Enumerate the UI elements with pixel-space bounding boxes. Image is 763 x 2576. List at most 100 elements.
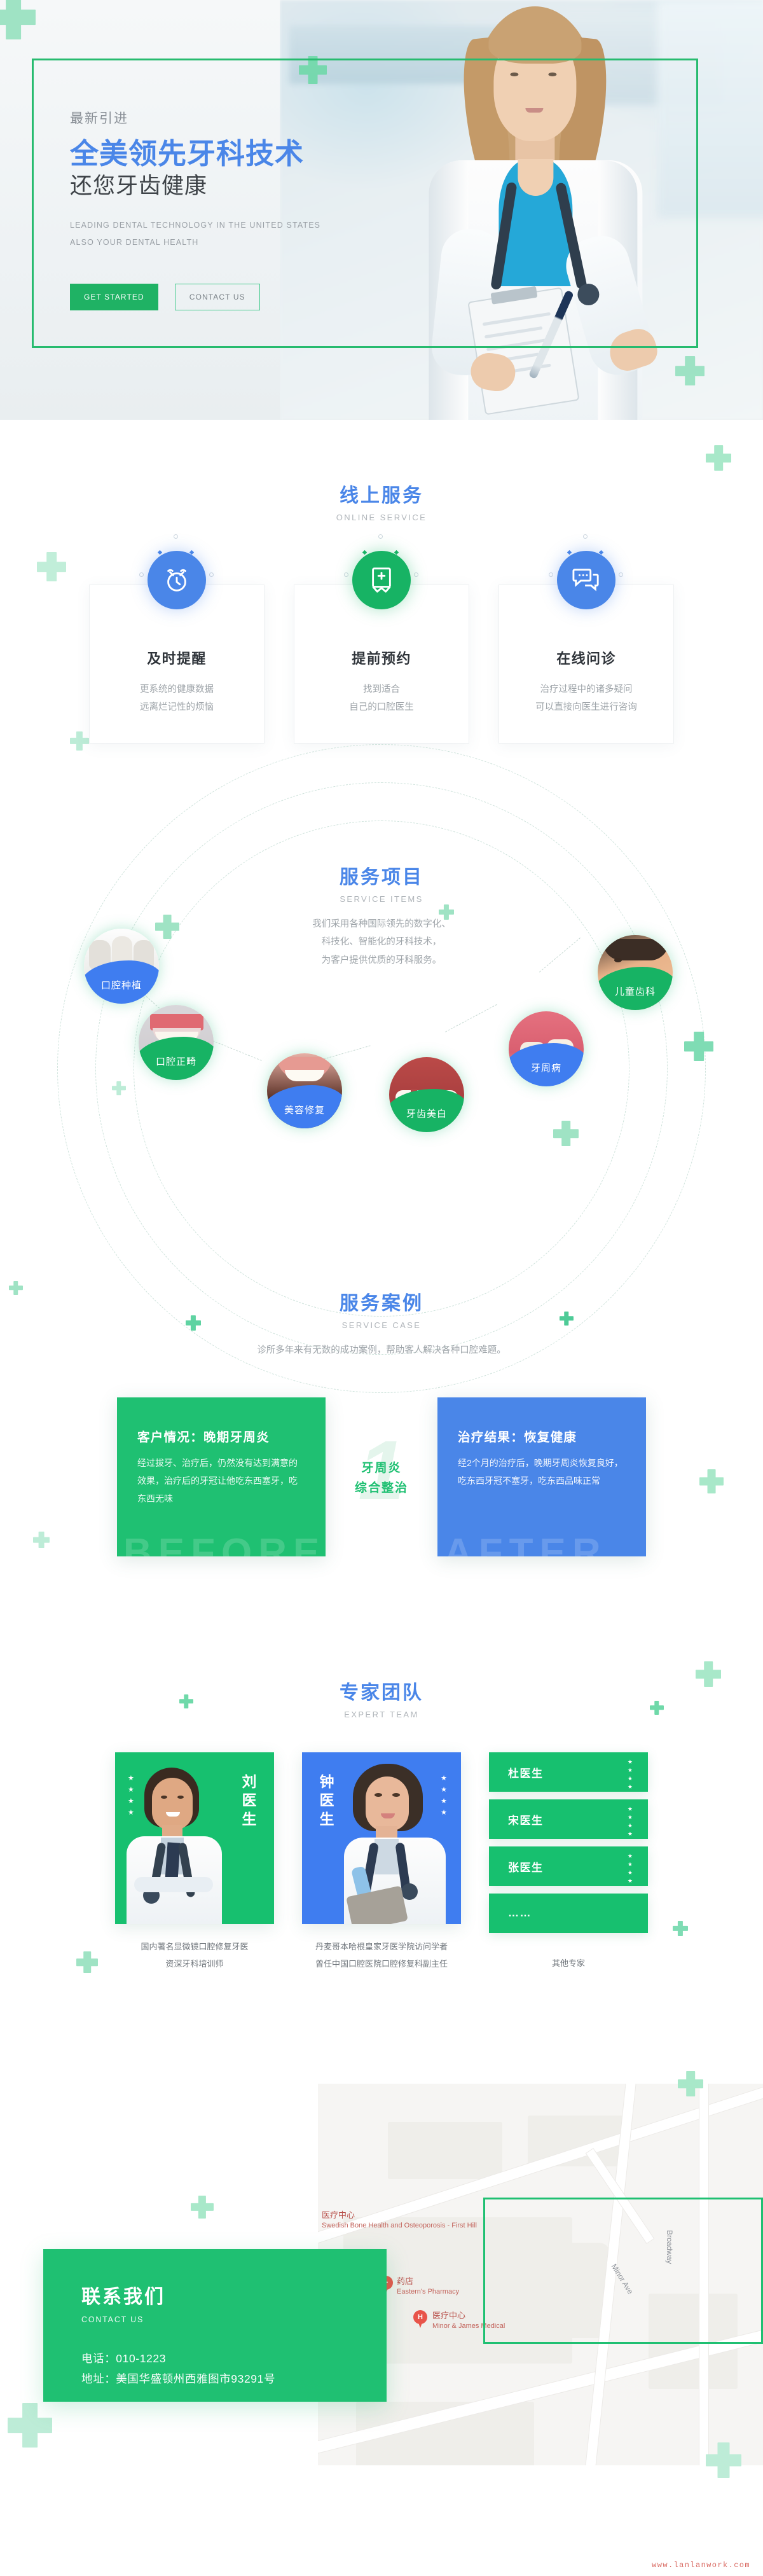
- hero-copy: 最新引进 全美领先牙科技术 还您牙齿健康 LEADING DENTAL TECH…: [70, 108, 320, 310]
- map-label-en: Swedish Bone Health and Osteoporosis - F…: [322, 2221, 477, 2229]
- contact-us-button[interactable]: CONTACT US: [174, 283, 260, 310]
- card-text-line-2: 自己的口腔医生: [349, 702, 414, 713]
- doctor-caption-line-1: 国内著名显微镜口腔修复牙医: [141, 1942, 249, 1951]
- hero-subtitle: 还您牙齿健康: [70, 173, 208, 198]
- doctor-card-liu[interactable]: ★ ★ ★ ★ 刘医生 国内著名显微镜口腔修复牙医 资深牙科培训师: [115, 1752, 274, 1973]
- description-line-1: 我们采用各种国际领先的数字化、: [312, 919, 451, 929]
- doctor-rating-stars: ★ ★ ★ ★: [441, 1775, 447, 1817]
- circle-label: 口腔正畸: [155, 1056, 196, 1067]
- site-watermark: www.lanlanwork.com: [652, 2561, 750, 2570]
- description-line-3: 为客户提供优质的牙科服务。: [321, 955, 442, 966]
- case-heading-after: 治疗结果：恢复健康: [458, 1430, 577, 1445]
- circle-label: 口腔种植: [100, 980, 142, 991]
- service-circle-periodontitis[interactable]: 牙周病: [509, 1011, 584, 1086]
- service-circle-whitening[interactable]: 牙齿美白: [389, 1057, 464, 1132]
- case-panel-after: 治疗结果：恢复健康 经2个月的治疗后，晚期牙周炎恢复良好，吃东西牙冠不塞牙，吃东…: [437, 1397, 646, 1557]
- map-label-cn: 医疗中心: [322, 2210, 355, 2220]
- service-case-description: 诊所多年来有无数的成功案例，帮助客人解决各种口腔难题。: [257, 1345, 506, 1355]
- case-middle-line-1: 牙周炎: [361, 1462, 402, 1476]
- hero-english-line-1: LEADING DENTAL TECHNOLOGY IN THE UNITED …: [70, 221, 321, 230]
- star-icon: ★: [627, 1759, 633, 1765]
- star-icon: ★: [128, 1775, 134, 1782]
- doctor-caption: 国内著名显微镜口腔修复牙医 资深牙科培训师: [115, 1938, 274, 1973]
- case-middle-line-2: 综合整治: [354, 1481, 408, 1495]
- other-expert-label: 杜医生: [508, 1767, 544, 1780]
- section-title-cn: 线上服务: [340, 485, 423, 506]
- medical-book-icon: [352, 551, 411, 609]
- star-icon: ★: [441, 1786, 447, 1794]
- case-body-before: 经过拔牙、治疗后，仍然没有达到满意的效果，治疗后的牙冠让他吃东西塞牙，吃东西无味: [137, 1458, 298, 1504]
- map-pin-medical[interactable]: H: [413, 2310, 427, 2328]
- section-title-cn: 服务案例: [340, 1293, 423, 1314]
- star-icon: ★: [627, 1806, 633, 1812]
- section-title-cn: 服务项目: [340, 867, 423, 888]
- service-card-appointment[interactable]: 提前预约 找到适合 自己的口腔医生: [294, 534, 469, 744]
- landing-page: 最新引进 全美领先牙科技术 还您牙齿健康 LEADING DENTAL TECH…: [0, 0, 763, 2576]
- case-panel-before: 客户情况：晚期牙周炎 经过拔牙、治疗后，仍然没有达到满意的效果，治疗后的牙冠让他…: [117, 1397, 326, 1557]
- alarm-clock-icon: [148, 551, 206, 609]
- star-icon: ★: [627, 1853, 633, 1859]
- contact-address: 地址：美国华盛顿州西雅图市93291号: [81, 2372, 276, 2386]
- section-title-en: SERVICE CASE: [341, 1320, 422, 1330]
- get-started-button[interactable]: GET STARTED: [70, 283, 158, 310]
- star-icon: ★: [441, 1809, 447, 1817]
- service-card-consultation[interactable]: 在线问诊 治疗过程中的诸多疑问 可以直接向医生进行咨询: [498, 534, 674, 744]
- service-circle-pediatric[interactable]: 儿童齿科: [598, 935, 673, 1010]
- other-experts-column: 杜医生 ★ ★ ★ ★ 宋医生 ★ ★ ★ ★ 张医生 ★ ★ ★ ★ …… 其…: [489, 1752, 648, 1972]
- contact-title-cn: 联系我们: [81, 2287, 165, 2308]
- other-expert-label: ……: [508, 1907, 532, 1919]
- map-label-cn: 药店: [397, 2276, 414, 2286]
- other-expert-item[interactable]: 张医生 ★ ★ ★ ★: [489, 1846, 648, 1886]
- hero-section: 最新引进 全美领先牙科技术 还您牙齿健康 LEADING DENTAL TECH…: [0, 0, 763, 420]
- card-text-line-1: 更系统的健康数据: [140, 684, 214, 695]
- star-icon: ★: [627, 1869, 633, 1876]
- service-circle-orthodontics[interactable]: 口腔正畸: [139, 1005, 214, 1080]
- doctor-name: 刘医生: [242, 1773, 257, 1827]
- case-body-after: 经2个月的治疗后，晚期牙周炎恢复良好，吃东西牙冠不塞牙，吃东西品味正常: [458, 1458, 623, 1486]
- service-items-description: 我们采用各种国际领先的数字化、 科技化、智能化的牙科技术， 为客户提供优质的牙科…: [248, 915, 515, 969]
- star-icon: ★: [441, 1797, 447, 1805]
- circle-label: 牙齿美白: [406, 1109, 447, 1119]
- section-title-en: EXPERT TEAM: [344, 1710, 419, 1719]
- star-icon: ★: [128, 1786, 134, 1794]
- star-icon: ★: [627, 1831, 633, 1837]
- service-card-reminder[interactable]: 及时提醒 更系统的健康数据 远离烂记性的烦恼: [89, 534, 265, 744]
- other-expert-label: 张医生: [508, 1861, 544, 1874]
- case-middle-badge: 1 牙周炎 综合整治: [326, 1397, 437, 1556]
- contact-title-en: CONTACT US: [81, 2315, 144, 2324]
- star-icon: ★: [627, 1767, 633, 1773]
- star-icon: ★: [627, 1861, 633, 1867]
- map-label-en: Eastern's Pharmacy: [397, 2287, 460, 2296]
- contact-card: 联系我们 CONTACT US 电话：010-1223 地址：美国华盛顿州西雅图…: [43, 2249, 387, 2402]
- doctor-caption: 丹麦哥本哈根皇家牙医学院访问学者 曾任中国口腔医院口腔修复科副主任: [302, 1938, 461, 1973]
- star-icon: ★: [441, 1775, 447, 1782]
- expert-rating-stars: ★ ★ ★ ★: [628, 1759, 633, 1790]
- circle-label: 美容修复: [284, 1105, 325, 1116]
- doctor-caption-line-1: 丹麦哥本哈根皇家牙医学院访问学者: [315, 1942, 448, 1951]
- other-expert-item[interactable]: 宋医生 ★ ★ ★ ★: [489, 1799, 648, 1839]
- doctor-photo: ★ ★ ★ ★ 刘医生: [115, 1752, 274, 1924]
- map-label-pharmacy: 药店 Eastern's Pharmacy: [397, 2276, 459, 2296]
- expert-team-section: 专家团队 EXPERT TEAM ★ ★ ★ ★ 刘医生 国内著名显微镜口腔修复…: [0, 1654, 763, 2061]
- star-icon: ★: [627, 1822, 633, 1829]
- doctor-rating-stars: ★ ★ ★ ★: [128, 1775, 134, 1817]
- section-title-cn: 专家团队: [340, 1682, 423, 1703]
- service-circle-implant[interactable]: 口腔种植: [84, 929, 159, 1004]
- contact-details: 电话：010-1223 地址：美国华盛顿州西雅图市93291号: [81, 2348, 387, 2390]
- star-icon: ★: [128, 1809, 134, 1817]
- doctor-photo: ★ ★ ★ ★ 钟医生: [302, 1752, 461, 1924]
- contact-phone: 电话：010-1223: [81, 2352, 167, 2365]
- service-items-heading: 服务项目 SERVICE ITEMS: [0, 831, 763, 904]
- card-text-line-2: 可以直接向医生进行咨询: [535, 702, 637, 713]
- decor-plus-icon: [8, 2403, 52, 2448]
- other-expert-label: 宋医生: [508, 1814, 544, 1827]
- case-heading-before: 客户情况：晚期牙周炎: [137, 1430, 270, 1445]
- section-title-en: SERVICE ITEMS: [340, 894, 423, 904]
- circle-label: 儿童齿科: [614, 987, 656, 997]
- service-circle-cosmetic[interactable]: 美容修复: [267, 1053, 342, 1128]
- other-expert-item[interactable]: ……: [489, 1894, 648, 1933]
- other-experts-caption: 其他专家: [551, 1958, 585, 1968]
- doctor-card-zhong[interactable]: ★ ★ ★ ★ 钟医生 丹麦哥本哈根皇家牙医学院访问学者 曾任中国口腔医院口腔修…: [302, 1752, 461, 1973]
- star-icon: ★: [128, 1797, 134, 1805]
- other-expert-item[interactable]: 杜医生 ★ ★ ★ ★: [489, 1752, 648, 1792]
